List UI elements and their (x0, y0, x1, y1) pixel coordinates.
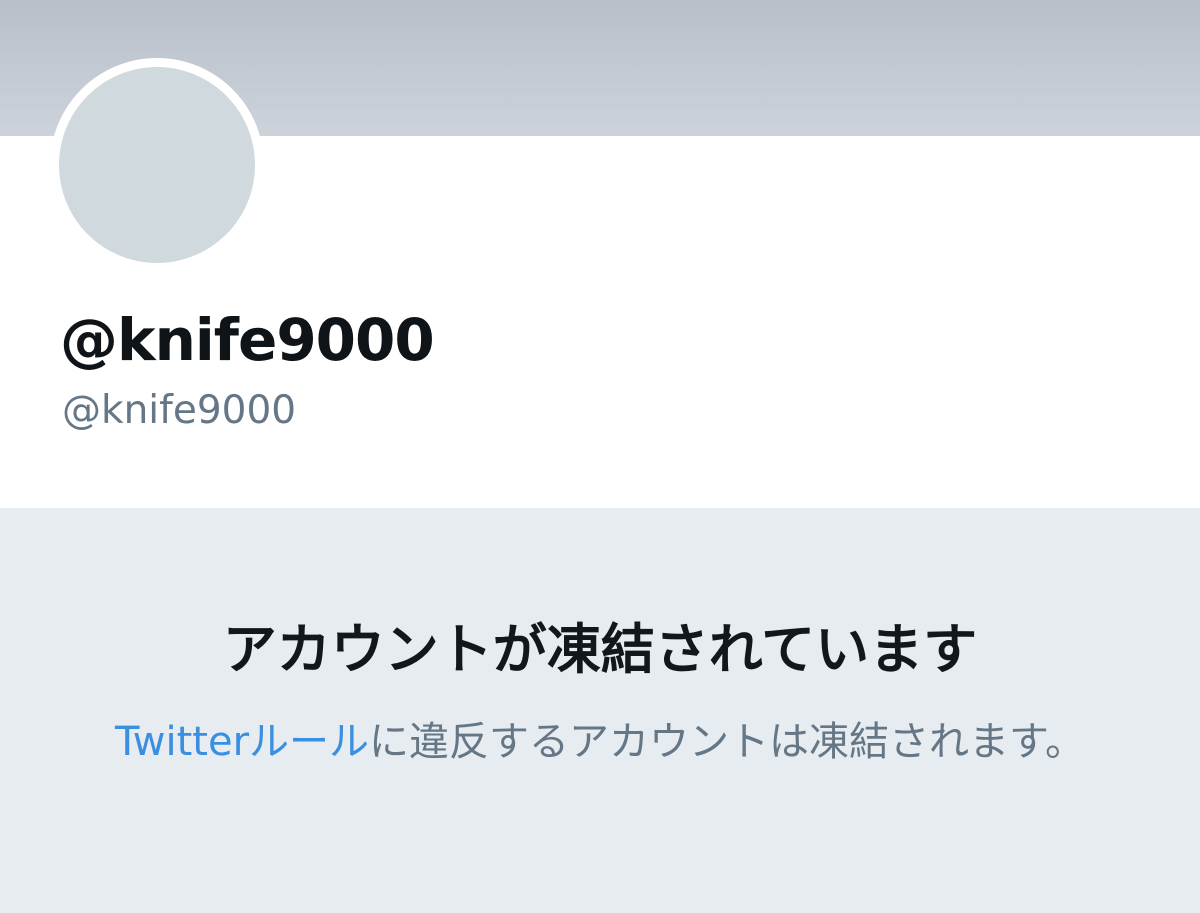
profile-display-name: @knife9000 (60, 306, 435, 374)
avatar[interactable] (59, 67, 255, 263)
suspended-profile-page: @knife9000 @knife9000 アカウントが凍結されています Twi… (0, 0, 1200, 913)
suspension-message-text: に違反するアカウントは凍結されます。 (369, 719, 1086, 765)
suspension-notice: アカウントが凍結されています Twitterルールに違反するアカウントは凍結され… (0, 508, 1200, 913)
profile-handle: @knife9000 (62, 388, 297, 433)
suspension-title: アカウントが凍結されています (222, 618, 978, 681)
twitter-rules-link[interactable]: Twitterルール (115, 719, 369, 765)
suspension-message: Twitterルールに違反するアカウントは凍結されます。 (105, 714, 1095, 770)
